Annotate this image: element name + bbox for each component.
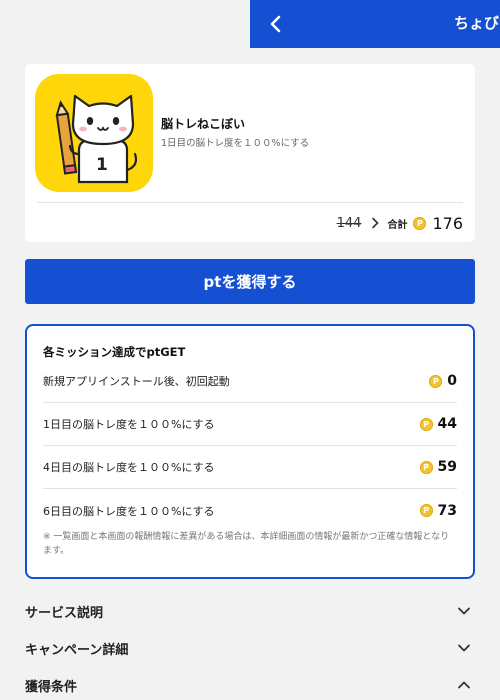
chevron-up-icon bbox=[458, 681, 470, 689]
app-description: 1日目の脳トレ度を１００%にする bbox=[161, 138, 310, 149]
mission-label: 6日目の脳トレ度を１００%にする bbox=[43, 504, 215, 518]
coin-icon: P bbox=[419, 417, 433, 431]
mission-points-value: 59 bbox=[437, 459, 457, 475]
section-campaign[interactable]: キャンペーン詳細 bbox=[25, 636, 475, 660]
mission-points: P 44 bbox=[419, 416, 457, 432]
total-label: 合計 bbox=[387, 219, 408, 231]
missions-panel: 各ミッション達成でptGET 新規アプリインストール後、初回起動 P 0 1日目… bbox=[25, 324, 475, 579]
mission-points-value: 0 bbox=[447, 373, 457, 389]
coin-icon: P bbox=[419, 504, 433, 517]
coin-icon: P bbox=[419, 460, 433, 474]
mission-points: P 59 bbox=[419, 459, 457, 475]
mission-points: P 73 bbox=[419, 502, 457, 519]
mission-label: 1日目の脳トレ度を１００%にする bbox=[43, 418, 215, 431]
cat-mascot-icon: 1 bbox=[55, 94, 138, 184]
divider bbox=[37, 202, 463, 203]
section-conditions[interactable]: 獲得条件 bbox=[25, 673, 475, 697]
missions-note: ※ 一覧画面と本画面の報酬情報に差異がある場合は、本詳細画面の情報が最新かつ正確… bbox=[43, 532, 450, 556]
chevron-right-icon bbox=[372, 217, 380, 229]
mission-row: 新規アプリインストール後、初回起動 P 0 bbox=[43, 360, 457, 403]
total-points: 176 bbox=[432, 213, 463, 233]
coin-icon: P bbox=[413, 216, 427, 230]
icon-number: 1 bbox=[96, 155, 108, 175]
points-summary: 144 合計 P 176 bbox=[337, 212, 463, 234]
get-points-button[interactable]: ptを獲得する bbox=[25, 259, 475, 304]
missions-title: 各ミッション達成でptGET bbox=[43, 345, 186, 359]
section-campaign-label: キャンペーン詳細 bbox=[25, 642, 129, 658]
header-bar: ちょび bbox=[250, 0, 500, 48]
mission-label: 4日目の脳トレ度を１００%にする bbox=[43, 461, 215, 474]
header-title: ちょび bbox=[454, 14, 500, 32]
mission-points: P 0 bbox=[429, 373, 457, 389]
app-icon: 1 bbox=[35, 74, 153, 192]
mission-points-value: 44 bbox=[437, 416, 457, 432]
section-conditions-label: 獲得条件 bbox=[25, 679, 78, 695]
old-points: 144 bbox=[336, 215, 362, 231]
coin-icon: P bbox=[429, 374, 443, 388]
app-card: 1 脳トレねこぼい 1日目の脳トレ度を１００%にする 144 合計 P 176 bbox=[25, 64, 475, 242]
mission-row: 1日目の脳トレ度を１００%にする P 44 bbox=[43, 403, 457, 446]
mission-label: 新規アプリインストール後、初回起動 bbox=[43, 375, 230, 388]
mission-points-value: 73 bbox=[437, 502, 457, 519]
back-arrow-icon[interactable] bbox=[262, 10, 290, 38]
chevron-down-icon bbox=[458, 644, 470, 652]
section-service[interactable]: サービス説明 bbox=[25, 599, 475, 623]
mission-row: 4日目の脳トレ度を１００%にする P 59 bbox=[43, 446, 457, 489]
chevron-down-icon bbox=[458, 607, 470, 615]
mission-row: 6日目の脳トレ度を１００%にする P 73 bbox=[43, 489, 457, 532]
app-name: 脳トレねこぼい bbox=[161, 117, 246, 131]
section-service-label: サービス説明 bbox=[25, 605, 104, 621]
